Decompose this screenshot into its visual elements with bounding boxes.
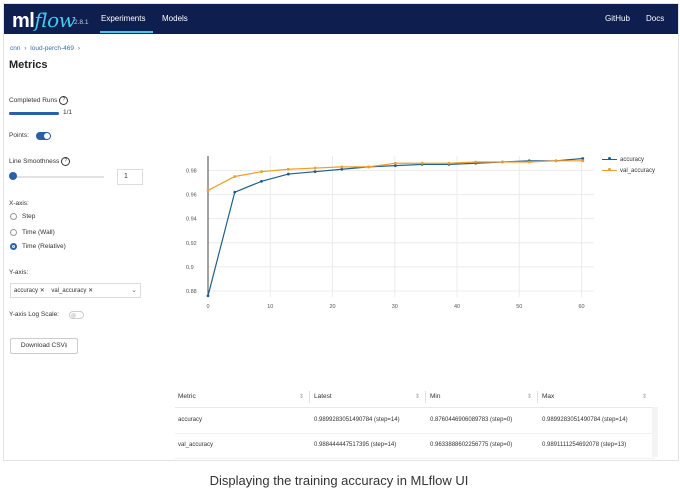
x-tick-label: 60 [578,304,584,310]
x-tick-label: 50 [516,304,522,310]
y-tick-label: 0.94 [186,217,197,223]
x-tick-label: 0 [206,304,209,310]
column-divider [425,391,426,403]
data-point-val-accuracy [313,166,317,170]
data-point-accuracy [286,172,290,176]
data-point-accuracy [233,190,237,194]
legend-swatch [602,168,617,172]
data-point-val-accuracy [340,165,344,169]
cell-latest: 0.9899283051490784 (step=14) [314,417,400,423]
sort-icon[interactable]: ⇕ [642,393,647,400]
data-point-val-accuracy [367,165,371,169]
column-divider [309,391,310,403]
cell-min: 0.8760446906089783 (step=0) [430,417,513,423]
cell-min: 0.9633888602256775 (step=0) [430,442,513,448]
sort-icon[interactable]: ⇕ [527,393,532,400]
legend-val-accuracy[interactable]: val_accuracy [602,168,655,174]
column-divider [537,391,538,403]
data-point-val-accuracy [581,159,585,163]
sort-icon[interactable]: ⇕ [299,393,304,400]
legend-accuracy[interactable]: accuracy [602,157,644,163]
cell-latest: 0.988444447517395 (step=14) [314,442,397,448]
data-point-accuracy [206,294,210,298]
col-header-min[interactable]: Min [430,393,440,400]
y-tick-label: 0.96 [186,193,197,199]
data-point-val-accuracy [501,160,504,164]
data-point-accuracy [393,164,397,168]
cell-max: 0.9899283051490784 (step=14) [542,417,628,423]
cell-metric: accuracy [178,417,203,423]
col-header-latest[interactable]: Latest [314,393,332,400]
y-tick-label: 0.88 [186,289,197,295]
x-tick-label: 10 [267,304,273,310]
data-point-val-accuracy [393,161,397,165]
legend-swatch [602,157,617,161]
data-point-accuracy [260,179,263,183]
sort-icon[interactable]: ⇕ [415,393,420,400]
series-line-accuracy [207,157,583,296]
x-tick-label: 30 [392,304,398,310]
col-header-max[interactable]: Max [542,393,554,400]
data-point-val-accuracy [527,160,531,164]
download-csv-button[interactable]: Download CSV⭳ [10,338,78,354]
download-icon: ⭳ [64,342,68,349]
y-tick-label: 0.92 [186,241,197,247]
data-point-accuracy [340,167,344,171]
metrics-chart: 0.88 0.9 0.92 0.94 0.96 0.98 0 10 20 30 40 50 60 [186,156,594,310]
y-tick-label: 0.98 [186,168,197,174]
y-tick-label: 0.9 [186,265,194,271]
data-point-val-accuracy [260,170,263,174]
figure-caption: Displaying the training accuracy in MLfl… [209,473,469,488]
cell-max: 0.9891111254692078 (step=13) [542,442,627,448]
x-tick-label: 20 [329,304,335,310]
data-point-val-accuracy [474,160,478,164]
data-point-val-accuracy [206,189,210,192]
mlflow-window: mlflow 2.8.1 Experiments Models GitHub D… [3,3,679,461]
data-point-val-accuracy [420,161,424,165]
data-point-val-accuracy [554,159,558,163]
data-point-val-accuracy [286,167,290,171]
table-scrollbar[interactable] [652,407,658,457]
table-row: val_accuracy 0.988444447517395 (step=14)… [175,434,655,459]
x-tick-label: 40 [454,304,460,310]
col-header-metric[interactable]: Metric [178,393,196,400]
cell-metric: val_accuracy [178,442,214,448]
table-row: accuracy 0.9899283051490784 (step=14) 0.… [175,409,655,434]
data-point-val-accuracy [447,161,451,165]
table-header: Metric ⇕ Latest ⇕ Min ⇕ Max ⇕ [175,387,655,408]
data-point-accuracy [313,170,317,174]
data-point-val-accuracy [233,175,237,178]
